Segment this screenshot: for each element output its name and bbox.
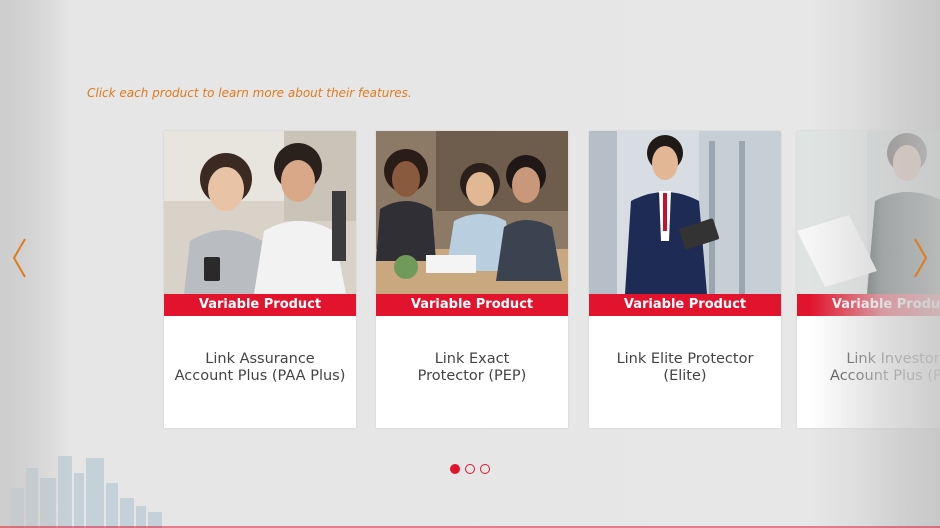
prev-arrow-button[interactable] [10,236,30,280]
chevron-right-icon [914,238,928,278]
variable-product-badge: Variable Product [797,294,940,316]
product-card-elite[interactable]: Variable Product Link Elite Protector (E… [589,131,781,428]
product-title-line: Link Investor [846,351,940,367]
variable-product-badge: Variable Product [376,294,568,316]
product-card-pep[interactable]: Variable Product Link Exact Protector (P… [376,131,568,428]
product-photo [589,131,781,294]
product-title: Link Investor Account Plus (PIA [805,351,940,385]
pagination-dot-1[interactable] [450,464,460,474]
pagination-dot-3[interactable] [480,464,490,474]
city-skyline-decoration [10,456,162,528]
next-arrow-button[interactable] [910,236,930,280]
product-title-line: Account Plus (PAA Plus) [174,368,346,384]
variable-product-badge: Variable Product [164,294,356,316]
product-card-paa-plus[interactable]: Variable Product Link Assurance Account … [164,131,356,428]
pagination-dot-2[interactable] [465,464,475,474]
product-title: Link Assurance Account Plus (PAA Plus) [172,351,348,385]
product-title: Link Exact Protector (PEP) [384,351,560,385]
product-title: Link Elite Protector (Elite) [597,351,773,385]
product-title-line: Protector (PEP) [417,368,527,384]
variable-product-badge: Variable Product [589,294,781,316]
carousel-pagination [450,464,492,476]
product-title-line: Link Exact [434,351,510,367]
instruction-text: Click each product to learn more about t… [87,86,412,100]
product-title-line: Account Plus (PIA [830,368,940,384]
product-title-line: Link Assurance [205,351,315,367]
chevron-left-icon [12,238,26,278]
carousel-stage: Click each product to learn more about t… [0,0,940,528]
product-photo [376,131,568,294]
product-photo [164,131,356,294]
product-title-line: Link Elite Protector (Elite) [616,351,754,384]
